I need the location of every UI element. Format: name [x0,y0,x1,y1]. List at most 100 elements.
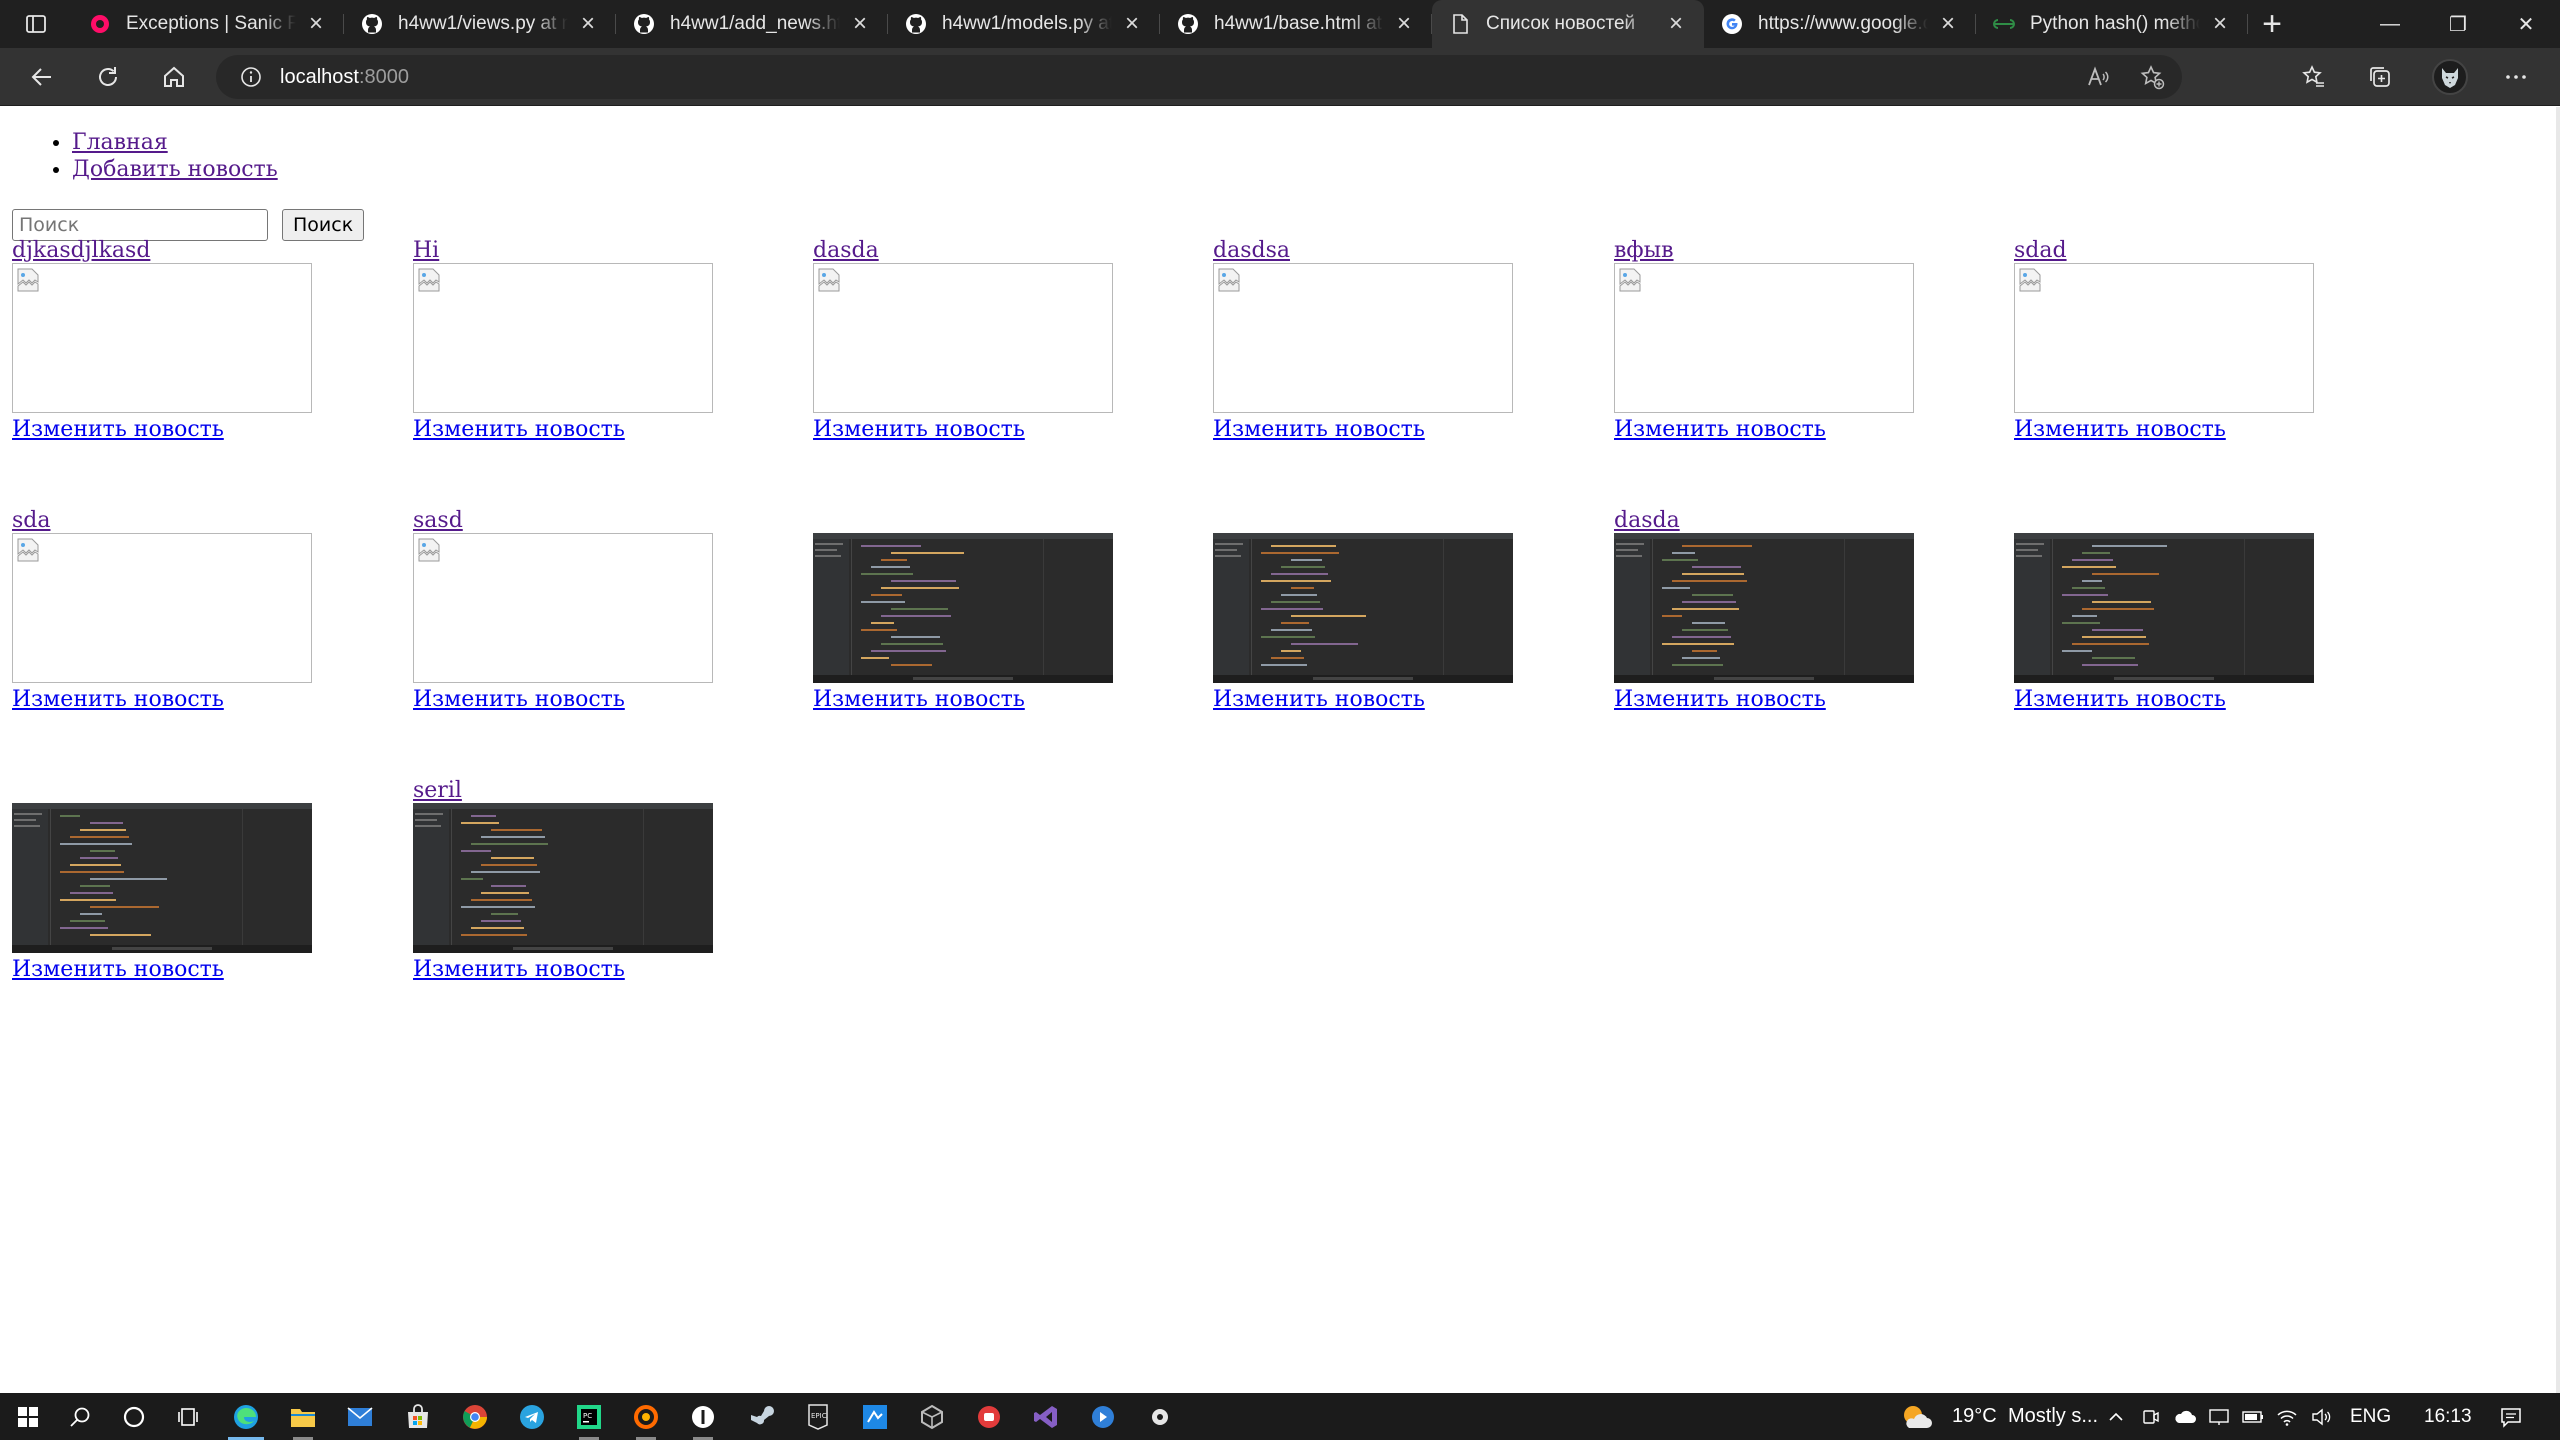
read-aloud-button[interactable] [2080,59,2116,95]
edit-news-link[interactable]: Изменить новость [1213,687,1425,713]
browser-tab[interactable]: https://www.google.c × [1704,0,1976,48]
visual-studio-2-app[interactable] [847,1393,903,1440]
back-button[interactable] [22,57,62,97]
edit-news-link[interactable]: Изменить новость [413,957,625,983]
edit-news-link[interactable]: Изменить новость [413,687,625,713]
edit-news-link[interactable]: Изменить новость [1213,417,1425,443]
edit-news-link[interactable]: Изменить новость [1614,417,1826,443]
news-title-link[interactable]: вфыв [1614,239,1674,263]
browser-tab[interactable]: Python hash() metho × [1976,0,2248,48]
close-tab-icon[interactable]: × [1120,10,1144,37]
taskbar-search-button[interactable] [52,1393,108,1440]
browser-tab[interactable]: Exceptions | Sanic Fra × [72,0,344,48]
pycharm-app[interactable]: PC [561,1393,617,1440]
ear-trumpet-app[interactable] [675,1393,731,1440]
profile-avatar[interactable] [2432,59,2468,95]
store-app[interactable] [390,1393,446,1440]
yandex-browser-app[interactable] [618,1393,674,1440]
minimize-button[interactable]: — [2356,0,2424,48]
chrome-app[interactable] [447,1393,503,1440]
start-button[interactable] [0,1393,56,1440]
collections-icon [2370,67,2390,87]
scrollbar-track[interactable] [2556,107,2560,1393]
tab-actions-menu-button[interactable] [0,0,72,48]
close-tab-icon[interactable]: × [1392,10,1416,37]
favorites-button[interactable] [2294,57,2334,97]
remote-desktop-app[interactable] [1075,1393,1131,1440]
close-tab-icon[interactable]: × [304,10,328,37]
close-tab-icon[interactable]: × [1936,10,1960,37]
info-icon[interactable] [240,66,262,88]
news-title-link[interactable]: djkasdjlkasd [12,239,150,263]
edit-news-link[interactable]: Изменить новость [12,957,224,983]
edit-news-link[interactable]: Изменить новость [813,417,1025,443]
red-app[interactable] [961,1393,1017,1440]
home-button[interactable] [154,57,194,97]
edit-news-link[interactable]: Изменить новость [413,417,625,443]
mail-app[interactable] [332,1393,388,1440]
ide-screenshot-image [12,803,312,953]
edit-news-link[interactable]: Изменить новость [1614,687,1826,713]
weather-widget-icon-wrap[interactable] [1892,1393,1940,1440]
browser-tab[interactable]: h4ww1/base.html at r × [1160,0,1432,48]
edit-news-link[interactable]: Изменить новость [2014,417,2226,443]
tab-title: Список новостей [1486,13,1636,34]
weather-text[interactable]: Mostly s... [2008,1393,2098,1440]
new-tab-button[interactable]: + [2248,0,2296,48]
news-title-link[interactable]: sda [12,509,51,533]
news-title-link[interactable]: Hi [413,239,439,263]
close-tab-icon[interactable]: × [2208,10,2232,37]
add-favorite-button[interactable] [2134,59,2170,95]
weather-temp[interactable]: 19°C [1952,1393,1997,1440]
tray-display[interactable] [2202,1393,2236,1440]
visual-studio-app[interactable] [1018,1393,1074,1440]
settings-more-button[interactable] [2496,57,2536,97]
search-input[interactable] [12,209,268,241]
steam-app[interactable] [733,1393,789,1440]
nav-link-add-news[interactable]: Добавить новость [72,157,278,182]
news-title-link[interactable]: sasd [413,509,463,533]
github-desktop-app[interactable] [1132,1393,1188,1440]
restore-button[interactable]: ❐ [2424,0,2492,48]
tray-battery[interactable] [2236,1393,2270,1440]
news-title-link[interactable]: dasdsa [1213,239,1290,263]
search-button[interactable]: Поиск [282,209,365,241]
tray-volume[interactable] [2304,1393,2338,1440]
telegram-app[interactable] [504,1393,560,1440]
close-tab-icon[interactable]: × [848,10,872,37]
browser-tab[interactable]: h4ww1/add_news.htm × [616,0,888,48]
task-view-button[interactable] [160,1393,216,1440]
tray-meet-now[interactable] [2134,1393,2168,1440]
close-window-button[interactable]: ✕ [2492,0,2560,48]
refresh-button[interactable] [88,57,128,97]
edit-news-link[interactable]: Изменить новость [2014,687,2226,713]
news-title-link[interactable]: sdad [2014,239,2067,263]
nav-link-home[interactable]: Главная [72,130,168,155]
clock-time[interactable]: 16:13 [2424,1393,2472,1440]
browser-tab[interactable]: h4ww1/views.py at m × [344,0,616,48]
unity-app[interactable] [904,1393,960,1440]
news-title-link[interactable]: dasda [813,239,879,263]
edit-news-link[interactable]: Изменить новость [12,417,224,443]
edit-news-link[interactable]: Изменить новость [813,687,1025,713]
collections-button[interactable] [2360,57,2400,97]
close-tab-icon[interactable]: × [1664,10,1688,37]
address-bar[interactable]: localhost:8000 [216,55,2182,99]
news-title-link[interactable]: dasda [1614,509,1680,533]
tray-wifi[interactable] [2270,1393,2304,1440]
tray-onedrive[interactable] [2168,1393,2202,1440]
cortana-button[interactable] [106,1393,162,1440]
tray-overflow-button[interactable] [2098,1393,2134,1440]
close-tab-icon[interactable]: × [576,10,600,37]
epic-games-app[interactable]: EPIC [790,1393,846,1440]
file-explorer-app[interactable] [275,1393,331,1440]
news-title-link[interactable]: seril [413,779,462,803]
browser-tab[interactable]: Список новостей × [1432,0,1704,48]
browser-tab[interactable]: h4ww1/models.py at × [888,0,1160,48]
notifications-button[interactable] [2486,1393,2536,1440]
edit-news-link[interactable]: Изменить новость [12,687,224,713]
edge-taskbar-icon [232,1403,260,1431]
input-language[interactable]: ENG [2350,1393,2391,1440]
edge-taskbar-app[interactable] [218,1393,274,1440]
news-image [413,803,713,953]
